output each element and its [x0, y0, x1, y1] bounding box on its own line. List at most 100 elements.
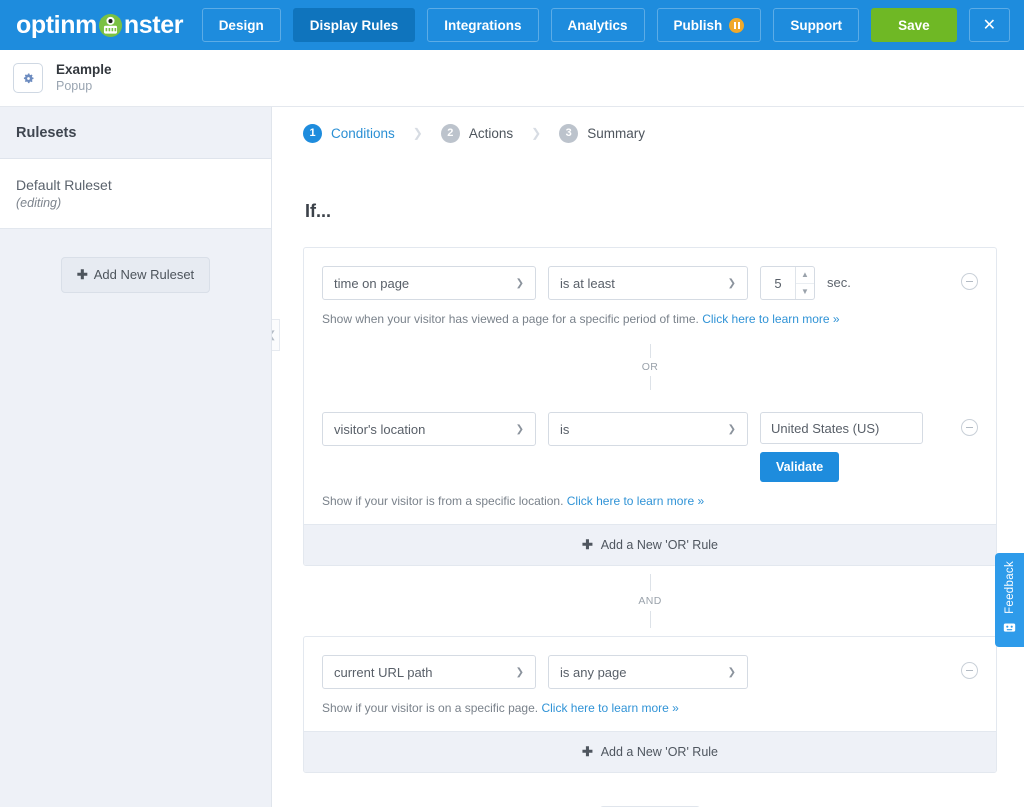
logo-text-right: nster — [123, 10, 184, 39]
chevron-left-icon[interactable]: ❮ — [272, 319, 280, 351]
rule-description-text: Show when your visitor has viewed a page… — [322, 312, 699, 326]
plus-icon: ✚ — [581, 744, 593, 759]
learn-more-link[interactable]: Click here to learn more » — [702, 312, 839, 326]
rule-controls: current URL path ❯ is any page ❯ — [322, 655, 978, 689]
add-new-ruleset-button[interactable]: ✚ Add New Ruleset — [60, 256, 211, 293]
condition-select-value: current URL path — [334, 664, 433, 680]
condition-select-value: time on page — [334, 275, 410, 291]
top-nav-items: Design Display Rules Integrations Analyt… — [201, 8, 1010, 42]
optinmonster-logo[interactable]: optinm nster — [16, 10, 184, 39]
save-button[interactable]: Save — [871, 8, 957, 42]
operator-select[interactable]: is at least ❯ — [548, 266, 748, 300]
operator-select[interactable]: is ❯ — [548, 412, 748, 446]
main-content: ❮ 1 Conditions ❯ 2 Actions ❯ 3 Summary I… — [272, 107, 1024, 807]
add-or-rule-label: Add a New 'OR' Rule — [600, 745, 719, 759]
conditions-panel: If... time on page ❯ is at least ❯ 5 ▲ ▼… — [272, 201, 1024, 807]
or-label: OR — [641, 361, 659, 373]
chevron-right-icon: ❯ — [531, 126, 542, 140]
chevron-down-icon: ❯ — [727, 423, 736, 435]
operator-select[interactable]: is any page ❯ — [548, 655, 748, 689]
add-new-ruleset-label: Add New Ruleset — [93, 267, 195, 283]
stepper-up-icon[interactable]: ▲ — [796, 267, 814, 284]
chevron-down-icon: ❯ — [515, 423, 524, 435]
learn-more-link[interactable]: Click here to learn more » — [567, 494, 704, 508]
add-or-rule-button[interactable]: ✚ Add a New 'OR' Rule — [304, 524, 996, 565]
pause-icon — [729, 17, 745, 33]
plus-icon: ✚ — [581, 537, 593, 552]
minus-circle-icon[interactable] — [961, 273, 978, 290]
operator-select-value: is at least — [560, 275, 615, 291]
stepper-down-icon[interactable]: ▼ — [796, 284, 814, 300]
sidebar: Rulesets Default Ruleset (editing) ✚ Add… — [0, 107, 272, 807]
stepper-arrows: ▲ ▼ — [795, 267, 814, 299]
location-input[interactable] — [760, 412, 923, 444]
minus-circle-icon[interactable] — [961, 419, 978, 436]
plus-icon: ✚ — [76, 266, 88, 282]
learn-more-link[interactable]: Click here to learn more » — [541, 701, 678, 715]
logo-text-left: optinm — [16, 10, 97, 39]
minus-circle-icon[interactable] — [961, 662, 978, 679]
rule-description-text: Show if your visitor is on a specific pa… — [322, 701, 539, 715]
ruleset-name: Default Ruleset — [16, 177, 112, 193]
campaign-subheader: Example Popup — [0, 50, 1024, 107]
chevron-down-icon: ❯ — [727, 277, 736, 289]
rule-controls: visitor's location ❯ is ❯ Validate — [322, 412, 978, 482]
feedback-tab[interactable]: Feedback — [995, 553, 1024, 647]
or-divider: OR — [304, 342, 996, 394]
rule-description-text: Show if your visitor is from a specific … — [322, 494, 564, 508]
rule-row-visitor-location: visitor's location ❯ is ❯ Validate — [304, 394, 996, 482]
rule-group-1: time on page ❯ is at least ❯ 5 ▲ ▼ sec. … — [303, 247, 997, 566]
condition-select[interactable]: time on page ❯ — [322, 266, 536, 300]
step-actions[interactable]: 2 Actions — [440, 123, 514, 143]
rule-description: Show when your visitor has viewed a page… — [304, 300, 996, 342]
step-label: Summary — [587, 125, 645, 141]
nav-item-support[interactable]: Support — [773, 8, 860, 42]
nav-item-design[interactable]: Design — [201, 8, 281, 42]
nav-item-integrations[interactable]: Integrations — [427, 8, 539, 42]
add-or-rule-label: Add a New 'OR' Rule — [600, 538, 719, 552]
step-summary[interactable]: 3 Summary — [559, 123, 645, 143]
rule-group-2: current URL path ❯ is any page ❯ Show if… — [303, 636, 997, 773]
step-number: 1 — [303, 123, 322, 143]
campaign-type: Popup — [56, 78, 93, 93]
step-label: Actions — [468, 125, 514, 141]
nav-item-analytics[interactable]: Analytics — [550, 8, 645, 42]
and-divider: AND — [303, 566, 997, 636]
step-indicator: 1 Conditions ❯ 2 Actions ❯ 3 Summary — [272, 107, 1024, 159]
quantity-stepper[interactable]: 5 ▲ ▼ — [760, 266, 815, 300]
sidebar-item-default-ruleset[interactable]: Default Ruleset (editing) — [0, 159, 271, 229]
unit-label: sec. — [827, 275, 851, 290]
condition-select[interactable]: current URL path ❯ — [322, 655, 536, 689]
nav-item-display-rules[interactable]: Display Rules — [292, 8, 416, 42]
sidebar-heading-rulesets: Rulesets — [0, 107, 271, 159]
chevron-down-icon: ❯ — [727, 666, 736, 678]
monster-mascot-icon — [98, 13, 123, 38]
step-conditions[interactable]: 1 Conditions — [303, 123, 395, 143]
rule-row-time-on-page: time on page ❯ is at least ❯ 5 ▲ ▼ sec. — [304, 248, 996, 300]
campaign-meta: Example Popup — [56, 62, 112, 95]
location-value-stack: Validate — [760, 412, 923, 482]
monster-face-icon — [1003, 621, 1016, 639]
nav-item-publish[interactable]: Publish — [656, 8, 762, 42]
close-icon[interactable]: ✕ — [968, 8, 1010, 42]
step-number: 2 — [440, 123, 460, 143]
rule-controls: time on page ❯ is at least ❯ 5 ▲ ▼ sec. — [322, 266, 978, 300]
divider-tick — [649, 574, 651, 591]
divider-tick — [649, 376, 651, 390]
chevron-right-icon: ❯ — [412, 126, 423, 140]
add-ruleset-container: ✚ Add New Ruleset — [0, 229, 271, 293]
ruleset-state: (editing) — [16, 195, 62, 210]
page-title: Example — [56, 61, 112, 77]
body-container: Rulesets Default Ruleset (editing) ✚ Add… — [0, 107, 1024, 807]
condition-select[interactable]: visitor's location ❯ — [322, 412, 536, 446]
divider-tick — [649, 344, 651, 358]
validate-button[interactable]: Validate — [760, 452, 840, 482]
nav-item-publish-label: Publish — [673, 17, 723, 33]
add-or-rule-button[interactable]: ✚ Add a New 'OR' Rule — [304, 731, 996, 772]
top-navigation-bar: optinm nster Design Display Rules Integr… — [0, 0, 1024, 50]
step-label: Conditions — [331, 125, 395, 141]
feedback-label: Feedback — [1003, 561, 1016, 614]
if-heading: If... — [305, 201, 331, 221]
quantity-stepper-value[interactable]: 5 — [761, 267, 795, 299]
gear-icon[interactable] — [13, 63, 43, 93]
